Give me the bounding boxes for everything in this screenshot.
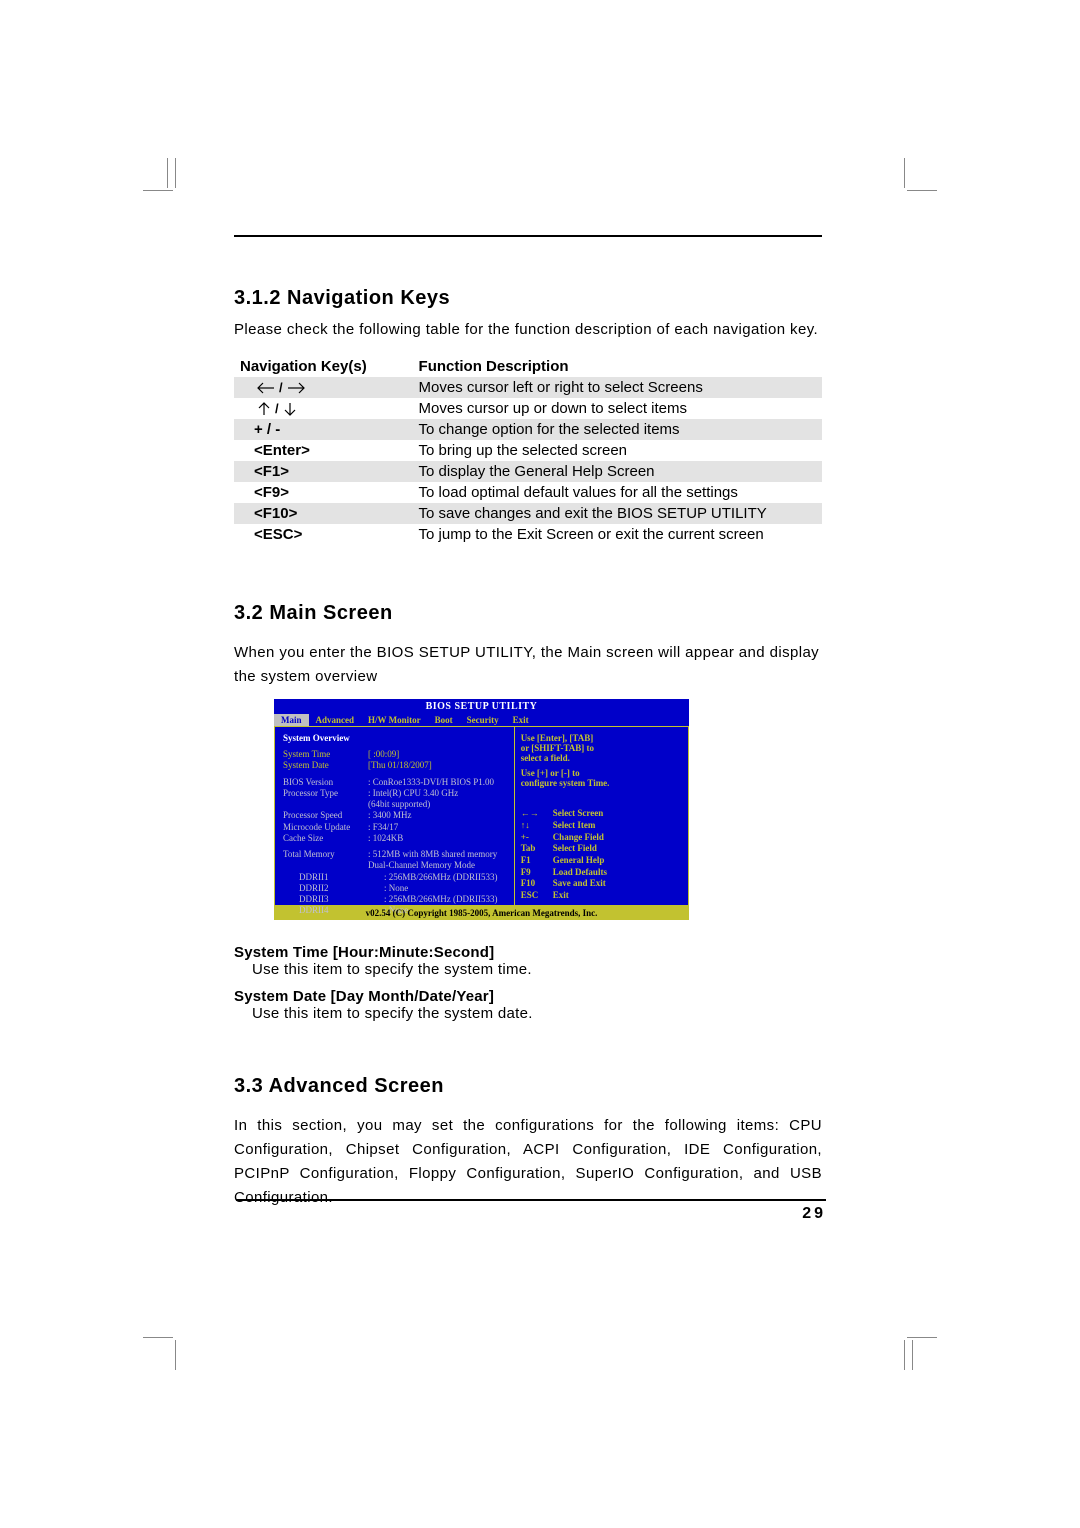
bios-key-row: ↑↓Select Item xyxy=(521,820,682,832)
top-rule xyxy=(234,235,822,237)
bios-key-row: TabSelect Field xyxy=(521,843,682,855)
bios-info-row: (64bit supported) xyxy=(283,799,508,810)
heading-advanced-screen: 3.3 Advanced Screen xyxy=(234,1075,822,1098)
system-time-header: System Time [Hour:Minute:Second] xyxy=(234,944,822,961)
bios-help-pane: Use [Enter], [TAB] or [SHIFT-TAB] to sel… xyxy=(515,726,689,906)
bios-tab: Advanced xyxy=(309,714,362,726)
paragraph-nav-intro: Please check the following table for the… xyxy=(234,318,822,342)
bios-date-value: [Thu 01/18/2007] xyxy=(368,760,508,771)
bios-info-row: DDRII3256MB/266MHz (DDRII533) xyxy=(283,894,508,905)
bios-info-row: Microcode UpdateF34/17 xyxy=(283,822,508,833)
nav-desc: To load optimal default values for all t… xyxy=(391,482,822,503)
bios-tabs: MainAdvancedH/W MonitorBootSecurityExit xyxy=(274,714,689,726)
crop-mark xyxy=(175,1340,176,1370)
system-date-header: System Date [Day Month/Date/Year] xyxy=(234,988,822,1005)
bios-help: Use [Enter], [TAB] xyxy=(521,733,682,743)
nav-key: <Enter> xyxy=(234,440,391,461)
crop-mark xyxy=(912,1340,913,1370)
bios-help: select a field. xyxy=(521,753,682,763)
nav-row: <ESC>To jump to the Exit Screen or exit … xyxy=(234,524,822,545)
heading-main-screen: 3.2 Main Screen xyxy=(234,602,822,625)
bios-info-row: Cache Size1024KB xyxy=(283,833,508,844)
nav-desc: Moves cursor up or down to select items xyxy=(391,398,822,419)
nav-row: <Enter>To bring up the selected screen xyxy=(234,440,822,461)
bios-tab: Main xyxy=(274,714,309,726)
bios-time-value: [ :00:09] xyxy=(368,749,508,760)
crop-mark xyxy=(904,158,905,188)
bios-key-row: +-Change Field xyxy=(521,832,682,844)
bios-key-row: ←→Select Screen xyxy=(521,808,682,820)
bios-key-row: F10Save and Exit xyxy=(521,878,682,890)
nav-header-desc: Function Description xyxy=(391,356,822,377)
paragraph-main-intro: When you enter the BIOS SETUP UTILITY, t… xyxy=(234,641,822,689)
bios-overview-header: System Overview xyxy=(283,733,508,743)
heading-nav-keys: 3.1.2 Navigation Keys xyxy=(234,287,822,310)
nav-desc: To save changes and exit the BIOS SETUP … xyxy=(391,503,822,524)
svg-text:/: / xyxy=(275,401,279,416)
bios-info-row: Dual-Channel Memory Mode xyxy=(283,860,508,871)
nav-key: <F9> xyxy=(234,482,391,503)
bios-help: configure system Time. xyxy=(521,778,682,788)
nav-key: <ESC> xyxy=(234,524,391,545)
bios-info-row: DDRII1256MB/266MHz (DDRII533) xyxy=(283,872,508,883)
bios-help: or [SHIFT-TAB] to xyxy=(521,743,682,753)
bios-info-row: DDRII2None xyxy=(283,883,508,894)
crop-mark xyxy=(907,1337,937,1338)
system-date-text: Use this item to specify the system date… xyxy=(252,1005,822,1022)
page-number: 29 xyxy=(236,1199,826,1223)
crop-mark xyxy=(904,1340,905,1370)
crop-mark xyxy=(143,190,173,191)
nav-keys-table: Navigation Key(s) Function Description /… xyxy=(234,356,822,545)
bios-time-label: System Time xyxy=(283,749,368,760)
system-time-text: Use this item to specify the system time… xyxy=(252,961,822,978)
crop-mark xyxy=(167,158,168,188)
bios-left-pane: System Overview System Time [ :00:09] Sy… xyxy=(274,726,515,906)
nav-desc: To bring up the selected screen xyxy=(391,440,822,461)
crop-mark xyxy=(143,1337,173,1338)
nav-row: <F1>To display the General Help Screen xyxy=(234,461,822,482)
nav-desc: To change option for the selected items xyxy=(391,419,822,440)
bios-title: BIOS SETUP UTILITY xyxy=(274,699,689,714)
nav-row: <F10>To save changes and exit the BIOS S… xyxy=(234,503,822,524)
svg-text:/: / xyxy=(279,381,283,395)
nav-key: + / - xyxy=(234,419,391,440)
nav-row: <F9>To load optimal default values for a… xyxy=(234,482,822,503)
paragraph-advanced-intro: In this section, you may set the configu… xyxy=(234,1114,822,1210)
bios-key-row: F1General Help xyxy=(521,855,682,867)
bios-screenshot: BIOS SETUP UTILITY MainAdvancedH/W Monit… xyxy=(274,699,689,920)
bios-info-row: Processor TypeIntel(R) CPU 3.40 GHz xyxy=(283,788,508,799)
nav-key: <F1> xyxy=(234,461,391,482)
nav-header-key: Navigation Key(s) xyxy=(234,356,391,377)
nav-key: <F10> xyxy=(234,503,391,524)
arrow-ud-icon: / xyxy=(254,400,308,417)
nav-row: + / -To change option for the selected i… xyxy=(234,419,822,440)
nav-row: / Moves cursor up or down to select items xyxy=(234,398,822,419)
nav-key: / xyxy=(234,377,391,398)
bios-tab: Security xyxy=(460,714,506,726)
bios-key-row: ESCExit xyxy=(521,890,682,902)
bios-info-row: Processor Speed3400 MHz xyxy=(283,810,508,821)
crop-mark xyxy=(907,190,937,191)
arrow-lr-icon: / xyxy=(254,379,308,396)
bios-tab: H/W Monitor xyxy=(361,714,428,726)
nav-desc: To display the General Help Screen xyxy=(391,461,822,482)
nav-desc: To jump to the Exit Screen or exit the c… xyxy=(391,524,822,545)
bios-tab: Exit xyxy=(506,714,536,726)
crop-mark xyxy=(175,158,176,188)
bios-info-row: Total Memory512MB with 8MB shared memory xyxy=(283,849,508,860)
nav-key: / xyxy=(234,398,391,419)
bios-help: Use [+] or [-] to xyxy=(521,768,682,778)
bios-date-label: System Date xyxy=(283,760,368,771)
nav-row: / Moves cursor left or right to select Sc… xyxy=(234,377,822,398)
nav-desc: Moves cursor left or right to select Scr… xyxy=(391,377,822,398)
bios-key-row: F9Load Defaults xyxy=(521,867,682,879)
bios-info-row: BIOS VersionConRoe1333-DVI/H BIOS P1.00 xyxy=(283,777,508,788)
bios-tab: Boot xyxy=(428,714,460,726)
